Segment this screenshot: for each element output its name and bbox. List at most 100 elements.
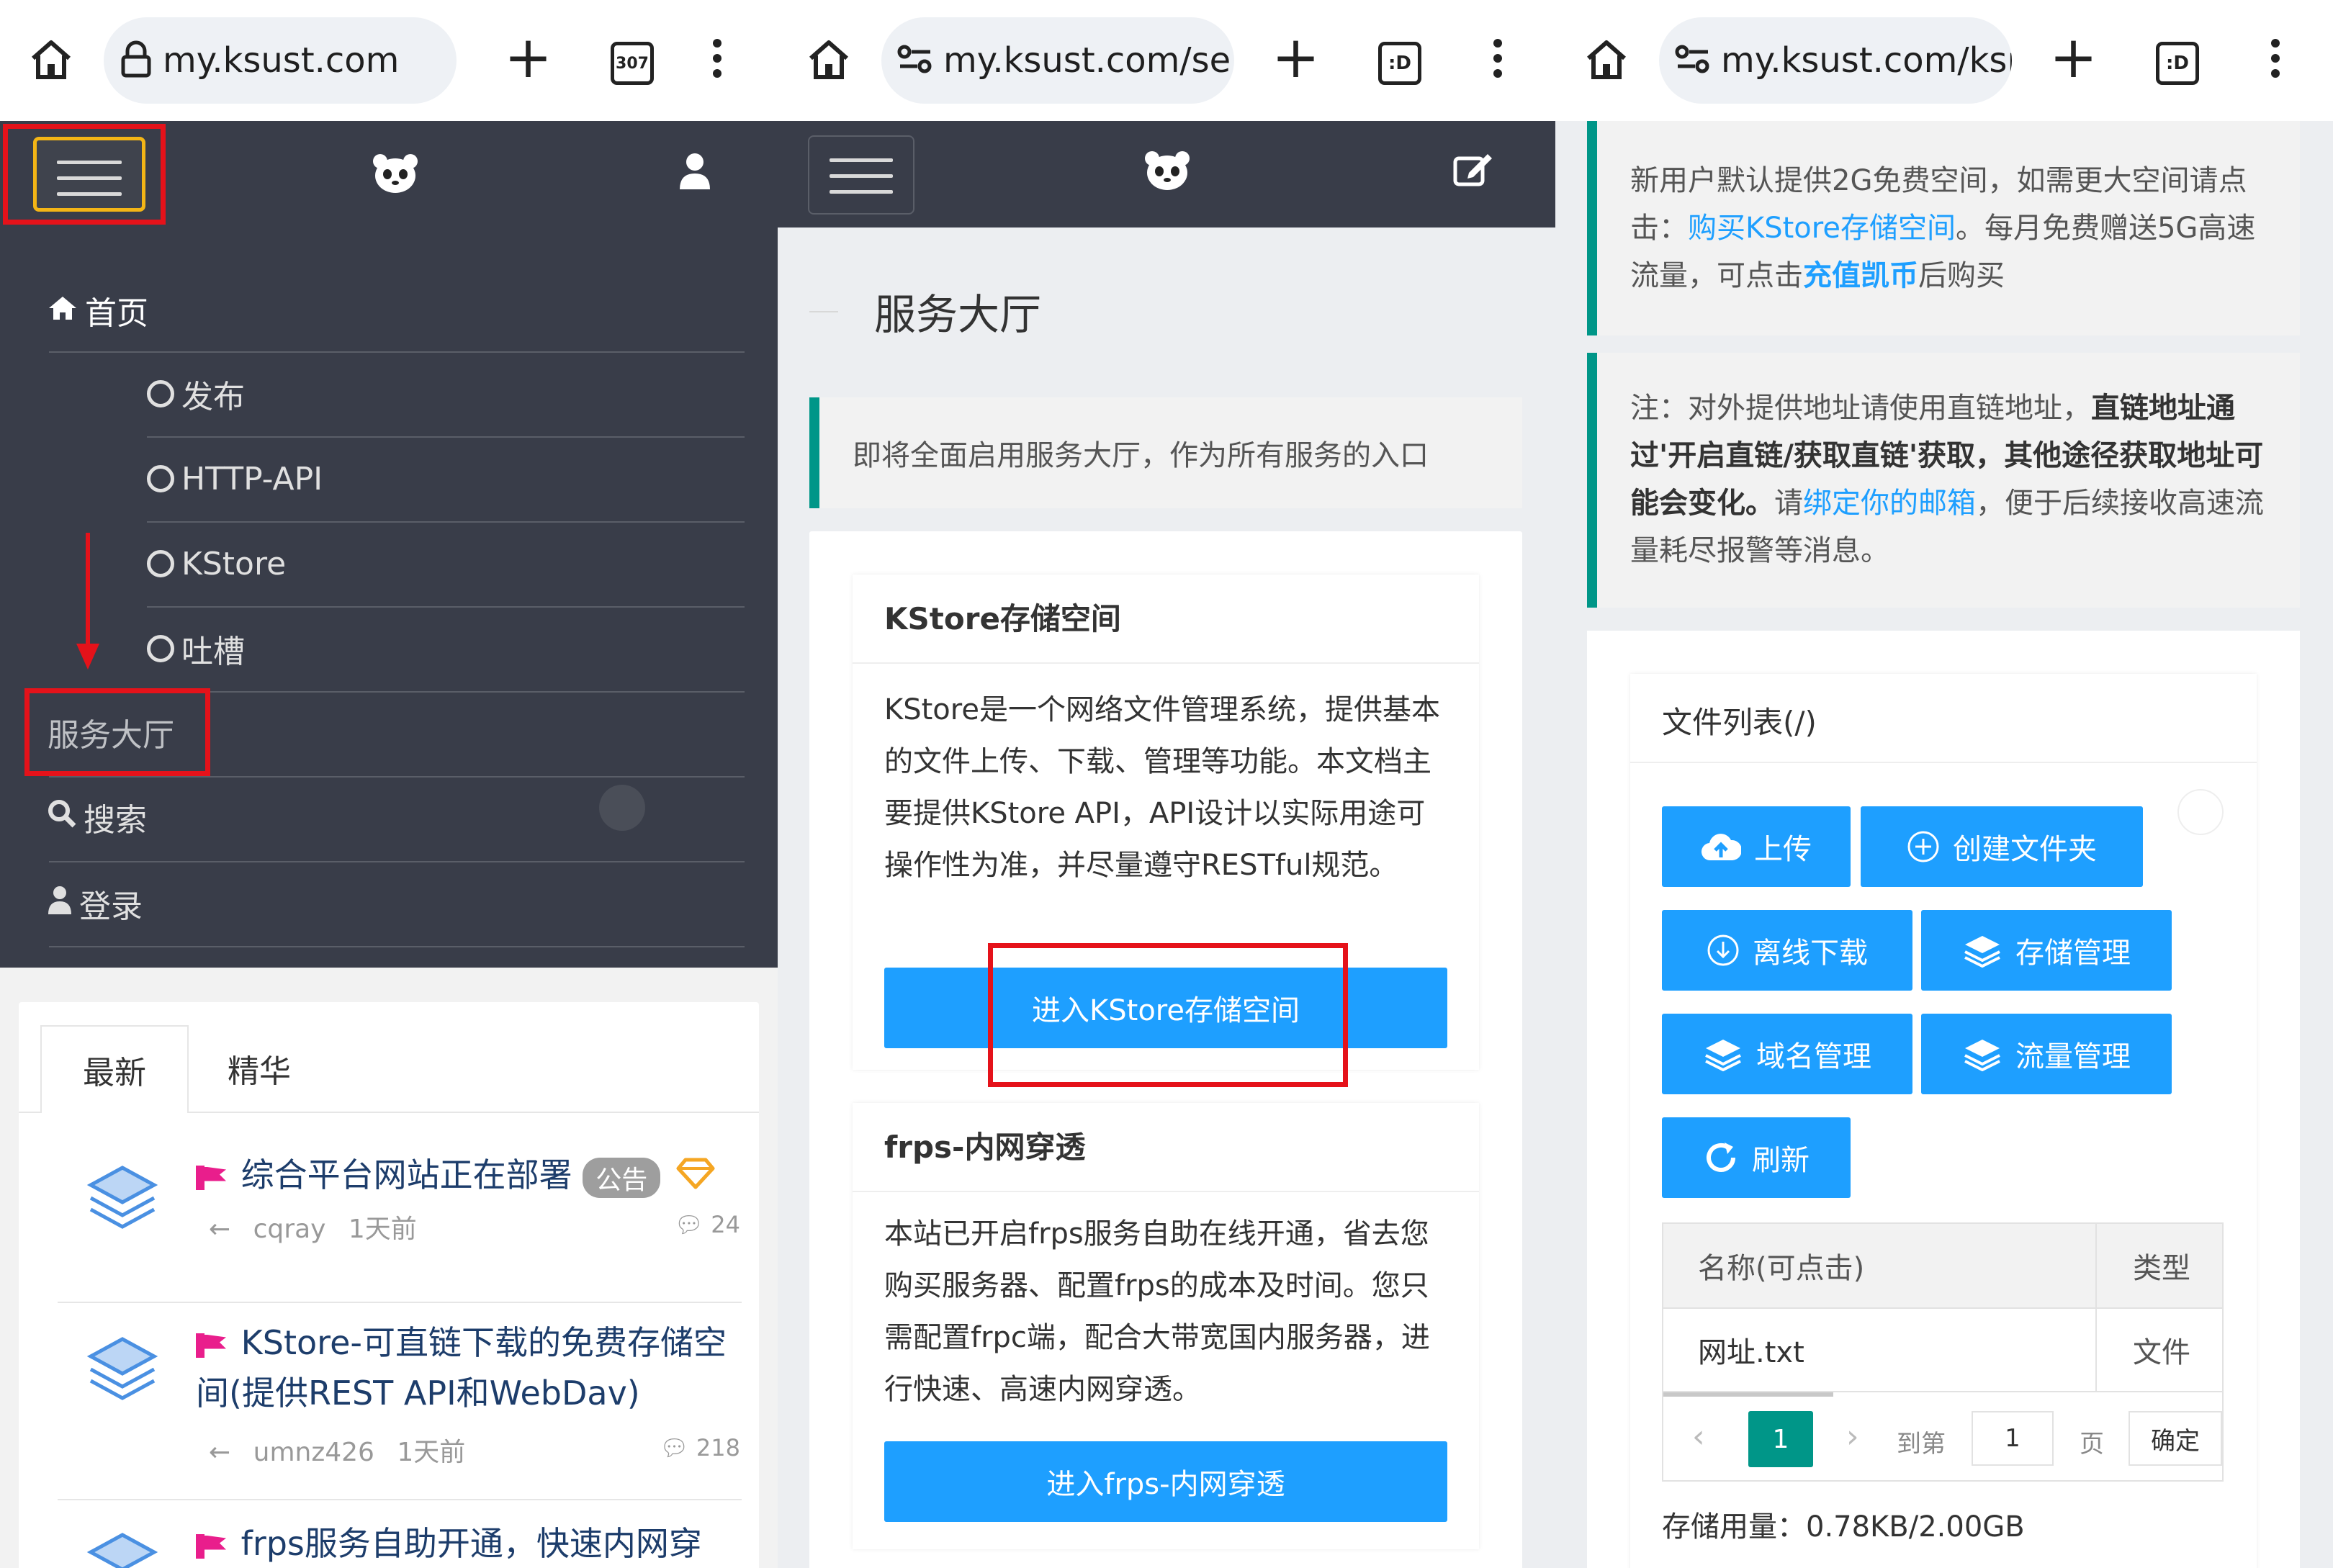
post-time: 1天前 <box>348 1215 417 1244</box>
file-manager-container: 文件列表(/) 上传 创建文件夹 离线下载 存储管理 域名管理 流量管理 刷新 … <box>1587 631 2300 1568</box>
tab-latest[interactable]: 最新 <box>40 1025 189 1113</box>
button-label: 创建文件夹 <box>1953 833 2097 866</box>
site-logo[interactable] <box>372 153 419 193</box>
file-type-cell: 文件 <box>2133 1336 2190 1369</box>
menu-item-home[interactable]: 首页 <box>48 285 148 335</box>
post-title[interactable]: KStore-可直链下载的免费存储空间(提供REST API和WebDav) <box>196 1323 727 1412</box>
button-label: 上传 <box>1754 833 1812 866</box>
menu-label: 吐槽 <box>181 634 245 670</box>
search-icon <box>48 799 76 836</box>
lock-icon <box>120 40 153 81</box>
new-tab-button[interactable]: + <box>2049 29 2098 86</box>
address-bar[interactable]: my.ksust.com/ksı <box>1659 17 2012 104</box>
address-bar[interactable]: my.ksust.com/se <box>881 17 1234 104</box>
divider <box>147 436 745 438</box>
notice-box: 即将全面启用服务大厅，作为所有服务的入口 <box>809 397 1522 508</box>
menu-item-http-api[interactable]: HTTP-API <box>147 454 323 504</box>
divider <box>147 521 745 523</box>
bind-email-link[interactable]: 绑定你的邮箱 <box>1803 487 1976 520</box>
list-item[interactable]: frps服务自助开通，快速内网穿 <box>58 1502 742 1568</box>
button-label: 流量管理 <box>2015 1040 2131 1073</box>
menu-label: 发布 <box>181 379 245 415</box>
site-navbar <box>0 121 778 227</box>
upload-button[interactable]: 上传 <box>1662 806 1851 887</box>
menu-label: HTTP-API <box>181 460 323 497</box>
more-menu-icon[interactable] <box>713 39 722 84</box>
menu-item-login[interactable]: 登录 <box>48 878 143 929</box>
site-settings-icon <box>1675 43 1711 78</box>
edit-icon[interactable] <box>1452 150 1495 189</box>
menu-label: 搜索 <box>84 802 147 839</box>
home-icon[interactable] <box>27 37 75 82</box>
flag-icon <box>196 1165 204 1190</box>
table-row[interactable]: 网址.txt 文件 <box>1663 1309 2222 1392</box>
site-logo[interactable] <box>1143 150 1191 190</box>
divider <box>49 946 745 947</box>
traffic-manage-button[interactable]: 流量管理 <box>1921 1014 2172 1094</box>
goto-page-input[interactable]: 1 <box>1972 1411 2054 1466</box>
enter-frps-button[interactable]: 进入frps-内网穿透 <box>884 1441 1447 1522</box>
url-text: my.ksust.com <box>163 40 400 81</box>
refresh-button[interactable]: 刷新 <box>1662 1117 1851 1198</box>
panel-kstore: my.ksust.com/ksı + :D 新用户默认提供2G免费空间，如需更大… <box>1555 0 2333 1568</box>
post-title[interactable]: 综合平台网站正在部署 <box>241 1155 572 1194</box>
highlight-box <box>24 688 210 776</box>
diamond-icon <box>675 1157 716 1198</box>
pagination: ‹ 1 › 到第 1 页 确定 <box>1663 1404 2222 1476</box>
layers-icon <box>86 1531 158 1568</box>
post-author[interactable]: umnz426 <box>253 1438 374 1467</box>
home-icon[interactable] <box>1583 37 1630 82</box>
menu-item-tucao[interactable]: 吐槽 <box>147 623 245 674</box>
goto-label: 到第 <box>1897 1430 1946 1459</box>
next-page-icon[interactable]: › <box>1846 1418 1859 1455</box>
home-icon[interactable] <box>805 37 853 82</box>
buy-kstore-link[interactable]: 购买KStore存储空间 <box>1688 212 1956 245</box>
file-name-cell[interactable]: 网址.txt <box>1698 1309 1804 1391</box>
highlight-box <box>988 943 1348 1087</box>
touch-indicator <box>599 785 645 831</box>
menu-toggle-button[interactable] <box>808 135 914 215</box>
reply-arrow-icon: ← <box>209 1438 231 1467</box>
address-bar[interactable]: my.ksust.com <box>104 17 457 104</box>
notice-text: 注：对外提供地址请使用直链地址， <box>1630 392 2091 425</box>
tab-count-button[interactable]: :D <box>1378 42 1421 85</box>
notice-text: 请 <box>1774 487 1803 520</box>
card-title: frps-内网穿透 <box>884 1130 1086 1165</box>
user-icon[interactable] <box>677 151 713 192</box>
site-navbar <box>778 121 1555 227</box>
tab-count-button[interactable]: :D <box>2156 42 2199 85</box>
scrollbar[interactable] <box>1663 1392 1833 1397</box>
notice-box: 新用户默认提供2G免费空间，如需更大空间请点击：购买KStore存储空间。每月免… <box>1587 121 2300 335</box>
layers-icon <box>86 1163 158 1235</box>
domain-manage-button[interactable]: 域名管理 <box>1662 1014 1912 1094</box>
new-tab-button[interactable]: + <box>1272 29 1320 86</box>
divider <box>49 861 745 862</box>
offline-download-button[interactable]: 离线下载 <box>1662 910 1912 991</box>
new-folder-button[interactable]: 创建文件夹 <box>1861 806 2143 887</box>
more-menu-icon[interactable] <box>2271 39 2280 84</box>
recharge-link[interactable]: 充值凯币 <box>1803 259 1918 292</box>
tag-badge: 公告 <box>583 1157 661 1198</box>
list-item[interactable]: 综合平台网站正在部署 公告 ← cqray 1天前 💬︎ 24 <box>58 1139 742 1261</box>
post-title[interactable]: frps服务自助开通，快速内网穿 <box>241 1524 702 1563</box>
confirm-button[interactable]: 确定 <box>2129 1411 2222 1466</box>
circle-icon <box>147 550 174 577</box>
tab-count-button[interactable]: 307 <box>611 42 654 85</box>
storage-manage-button[interactable]: 存储管理 <box>1921 910 2172 991</box>
tab-featured[interactable]: 精华 <box>189 1025 330 1112</box>
menu-item-search[interactable]: 搜索 <box>48 792 147 842</box>
notice-box: 注：对外提供地址请使用直链地址，直链地址通过'开启直链/获取直链'获取，其他途径… <box>1587 353 2300 608</box>
more-menu-icon[interactable] <box>1493 39 1502 84</box>
file-list-card: 文件列表(/) 上传 创建文件夹 离线下载 存储管理 域名管理 流量管理 刷新 … <box>1630 674 2257 1568</box>
prev-page-icon[interactable]: ‹ <box>1692 1418 1705 1455</box>
browser-toolbar: my.ksust.com + 307 <box>0 0 778 121</box>
red-arrow <box>76 533 99 677</box>
current-page[interactable]: 1 <box>1748 1411 1813 1467</box>
layers-icon <box>1703 1037 1743 1071</box>
list-item[interactable]: KStore-可直链下载的免费存储空间(提供REST API和WebDav) ←… <box>58 1305 742 1477</box>
new-tab-button[interactable]: + <box>504 29 552 86</box>
post-author[interactable]: cqray <box>253 1215 326 1244</box>
card-title: KStore存储空间 <box>884 601 1121 636</box>
menu-item-kstore[interactable]: KStore <box>147 539 286 589</box>
menu-item-publish[interactable]: 发布 <box>147 369 245 419</box>
